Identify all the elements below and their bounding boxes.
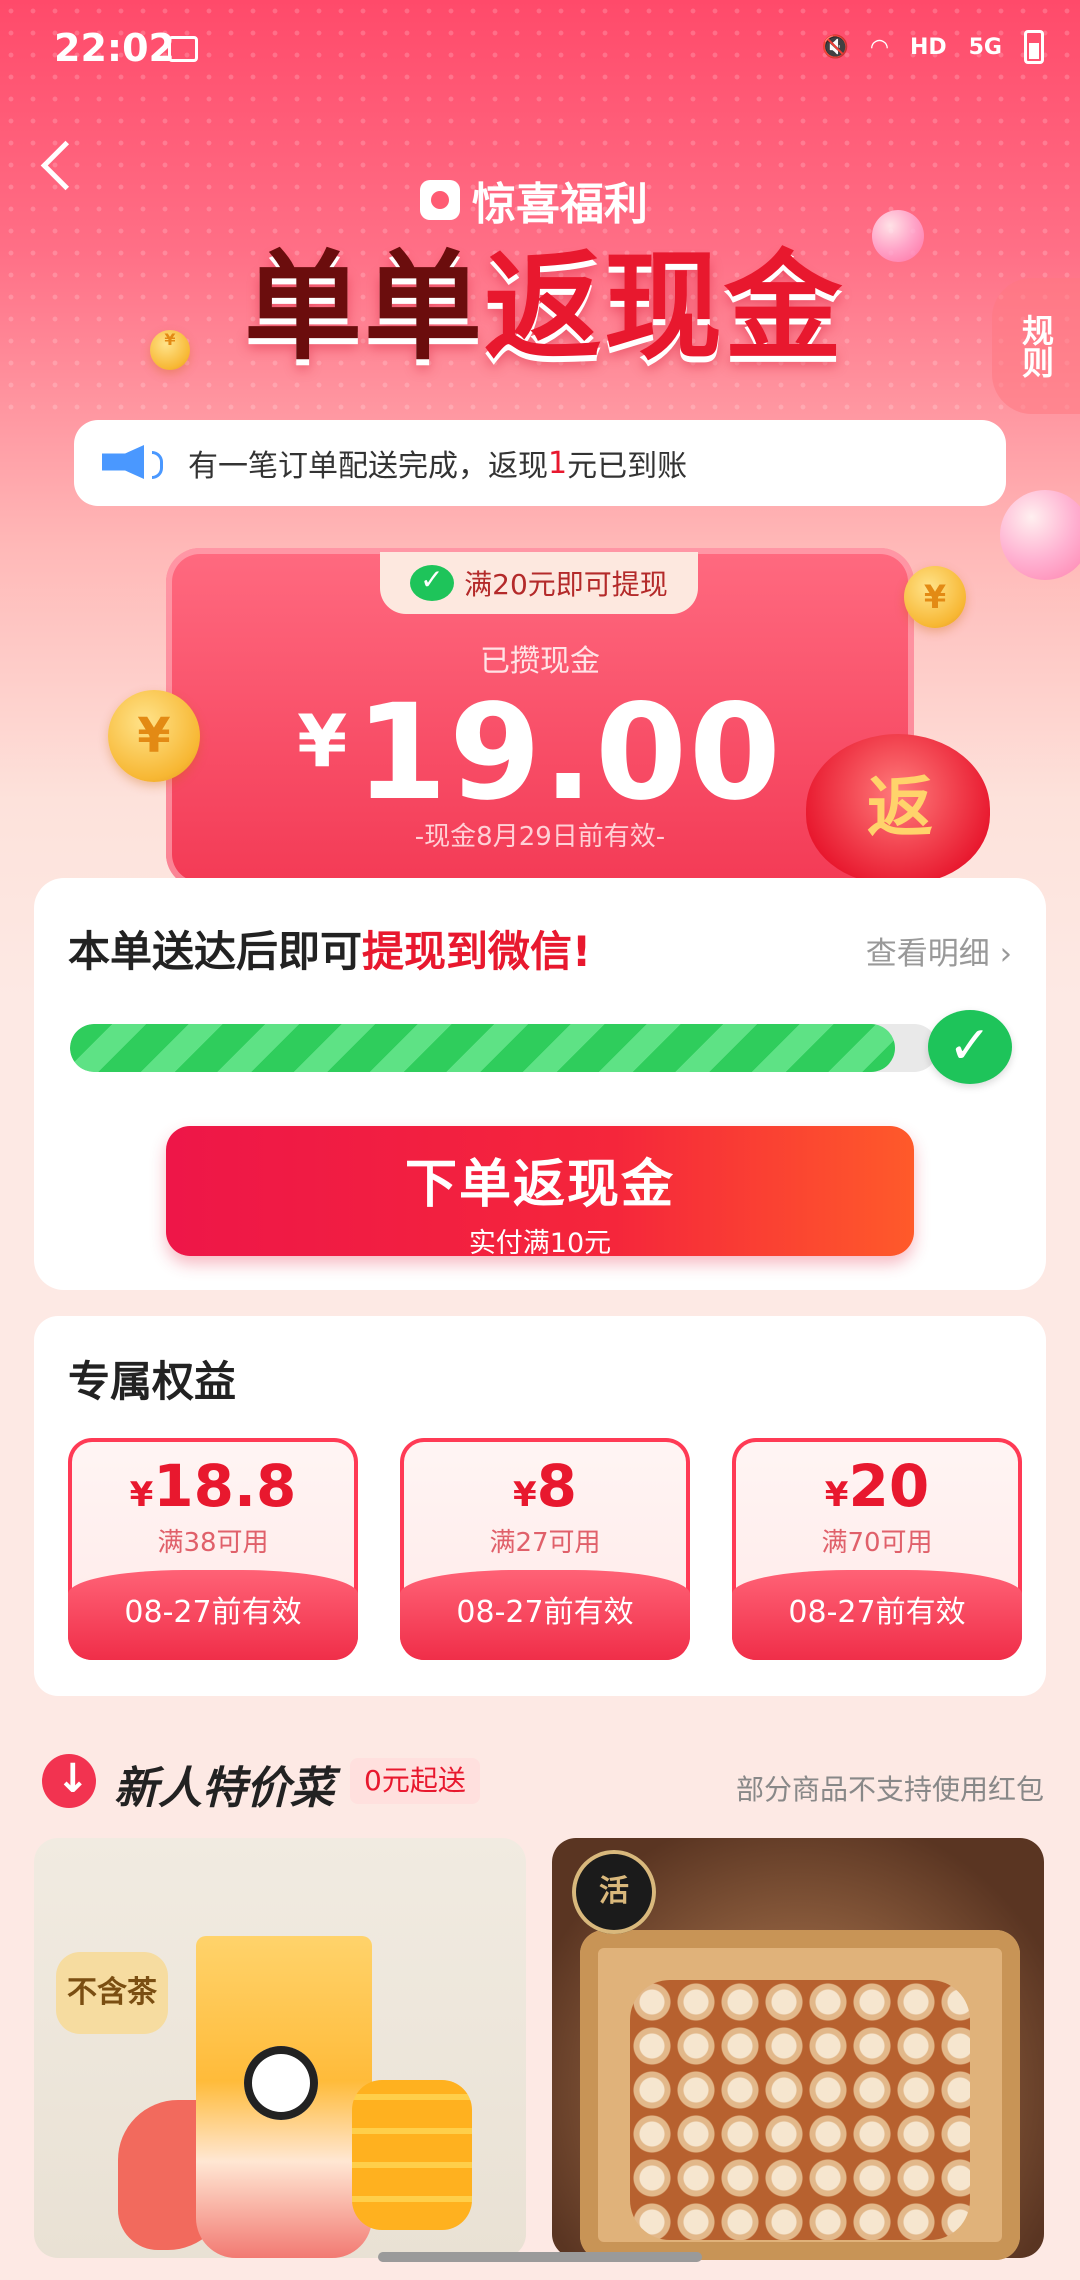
coupon-currency: ¥ (824, 1475, 849, 1515)
progress-title: 本单送达后即可提现到微信! (68, 918, 591, 979)
progress-track (70, 1024, 938, 1072)
chevron-right-icon: › (999, 936, 1012, 972)
cash-currency: ¥ (297, 699, 348, 783)
coupon-validity: 08-27前有效 (68, 1570, 358, 1660)
progress-fill (70, 1024, 895, 1072)
cash-amount-value: 19.00 (355, 676, 783, 830)
withdraw-threshold-text: 满20元即可提现 (464, 568, 668, 601)
coupon-card[interactable]: ¥18.8 满38可用 08-27前有效 (68, 1438, 358, 1660)
notice-bar[interactable]: 有一笔订单配送完成，返现 1 元已到账 (74, 420, 1006, 506)
decor-bubble (872, 210, 924, 262)
rules-button[interactable]: 规则 (992, 278, 1080, 414)
wechat-icon (928, 1010, 1012, 1084)
wifi-icon: ◠ (871, 34, 888, 60)
money-bag-label: 返 (867, 769, 933, 846)
notice-text-post: 元已到账 (567, 449, 688, 484)
coupon-card[interactable]: ¥8 满27可用 08-27前有效 (400, 1438, 690, 1660)
withdraw-threshold-tag: 满20元即可提现 (380, 552, 698, 614)
coupon-validity: 08-27前有效 (732, 1570, 1022, 1660)
order-button-label: 下单返现金 (404, 1155, 675, 1215)
view-detail-link[interactable]: 查看明细 › (866, 928, 1012, 973)
notice-text-pre: 有一笔订单配送完成，返现 (188, 449, 548, 484)
view-detail-label: 查看明细 (865, 936, 990, 972)
signal-label: 5G (968, 34, 1002, 60)
decor-coin (150, 330, 190, 370)
notice-amount: 1 (548, 445, 568, 481)
progress-title-red: 提现到微信! (362, 927, 592, 976)
restaurant-logo: 活 (572, 1850, 656, 1934)
brand-header: 惊喜福利 (420, 168, 648, 232)
free-delivery-badge: 0元起送 (350, 1758, 480, 1804)
coupon-condition: 满70可用 (821, 1528, 933, 1558)
megaphone-icon (92, 431, 172, 495)
gallery-notification-icon (168, 36, 198, 62)
title-part-dark: 单单 (244, 238, 485, 376)
panda-logo-icon (244, 2046, 318, 2120)
coin-icon (904, 566, 966, 628)
coupon-currency: ¥ (129, 1475, 154, 1515)
order-button-sublabel: 实付满10元 (468, 1228, 612, 1259)
coupon-condition: 满27可用 (489, 1528, 601, 1558)
coupon-currency: ¥ (512, 1475, 537, 1515)
wechat-icon (410, 563, 455, 601)
decor-bubble (1000, 490, 1080, 580)
brand-label: 惊喜福利 (472, 179, 648, 230)
coupon-amount: 8 (536, 1452, 578, 1520)
title-part-red: 返现金 (484, 238, 845, 376)
page-title: 单单返现金 (244, 248, 844, 366)
status-icons: 🔇 ◠ HD 5G (822, 30, 1044, 64)
coin-icon (108, 690, 200, 782)
mango-image (352, 2080, 472, 2230)
coupon-condition: 满38可用 (157, 1528, 269, 1558)
download-arrow-icon (42, 1754, 96, 1808)
status-time: 22:02 (54, 26, 175, 70)
coupon-validity: 08-27前有效 (400, 1570, 690, 1660)
red-packet-note: 部分商品不支持使用红包 (735, 1773, 1044, 1806)
battery-icon (1024, 30, 1044, 64)
order-cashback-button[interactable]: 下单返现金 实付满10元 (166, 1126, 914, 1259)
no-tea-badge: 不含茶 (56, 1952, 168, 2034)
mute-icon: 🔇 (821, 34, 850, 60)
coupon-card[interactable]: ¥20 满70可用 08-27前有效 (732, 1438, 1022, 1660)
progress-title-pre: 本单送达后即可 (68, 927, 363, 976)
coupon-amount: 18.8 (153, 1452, 297, 1520)
network-label: HD (909, 34, 947, 60)
coupon-amount: 20 (848, 1452, 930, 1520)
home-indicator[interactable] (378, 2252, 702, 2262)
brand-bag-icon (420, 180, 460, 220)
cash-label: 已攒现金 (480, 644, 600, 679)
new-user-title: 新人特价菜 (114, 1763, 334, 1814)
benefits-title: 专属权益 (68, 1357, 237, 1406)
octopus-dish-image (630, 1980, 970, 2240)
